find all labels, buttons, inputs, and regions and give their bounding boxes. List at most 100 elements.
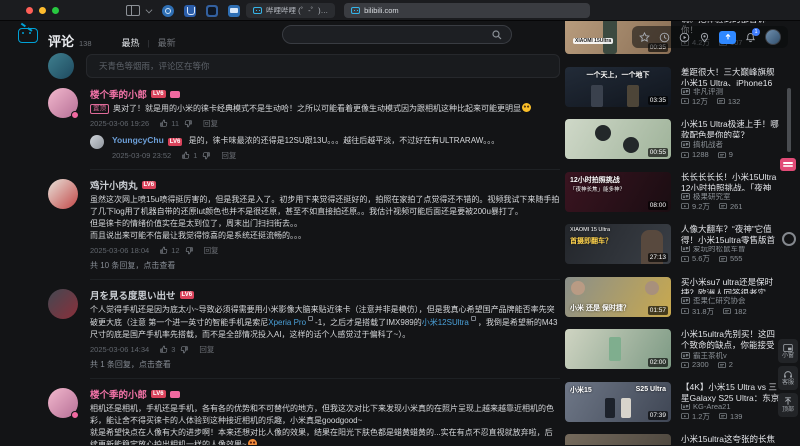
search-input[interactable] <box>282 25 512 44</box>
commenter-avatar[interactable] <box>48 179 78 209</box>
thumb-up-icon[interactable] <box>181 151 190 160</box>
video-uploader[interactable]: 搞机战者 <box>681 140 781 149</box>
sidebar-toggle-icon[interactable] <box>126 5 140 16</box>
video-thumbnail[interactable]: 00:55 <box>565 119 671 159</box>
tab-bilibili-home[interactable]: 哔哩哔哩 (゜-゜)… <box>246 3 336 18</box>
favorite-star-icon[interactable] <box>639 31 650 43</box>
video-card[interactable]: 一个天上，一个地下 03:35 差距很大！三大巅峰旗舰小米15 Ultra、iP… <box>565 66 781 107</box>
video-duration: 07:39 <box>647 410 668 420</box>
chevron-down-icon[interactable] <box>145 6 153 14</box>
reply-button[interactable]: 回复 <box>199 344 214 355</box>
commenter-name[interactable]: 鸡汁小肉丸 <box>90 178 138 192</box>
commenter-avatar[interactable] <box>48 289 78 319</box>
product-link[interactable]: 小米12SUltra <box>422 318 469 327</box>
commenter-name[interactable]: 月を見る度思い出せ <box>90 288 176 302</box>
video-card[interactable]: 小米15ultra这夸张的长焦远… <box>565 434 781 445</box>
location-pin-icon[interactable] <box>699 32 710 43</box>
close-window-button[interactable] <box>26 7 33 14</box>
search-link-icon[interactable] <box>308 316 314 321</box>
thumb-up-icon[interactable] <box>159 246 168 255</box>
thumb-down-icon[interactable] <box>202 151 211 160</box>
extension-photo-icon[interactable] <box>206 5 218 17</box>
mini-player-button[interactable]: 小窗 <box>778 339 798 363</box>
video-title[interactable]: 买小米su7 ultra还是保时捷？欧洲人回答很老实 <box>681 277 781 294</box>
notification-bell[interactable]: 1 <box>745 27 760 43</box>
video-thumbnail[interactable]: 02:00 <box>565 329 671 369</box>
commenter-name[interactable]: 楼个季的小郎 <box>90 87 147 101</box>
video-card[interactable]: XIAOMI 15 Ultra 首摄即翻车？ 27:13 人像大翻车？“夜神”它… <box>565 224 781 264</box>
user-avatar[interactable] <box>765 29 781 45</box>
thumb-down-icon[interactable] <box>184 119 193 128</box>
video-card[interactable]: 02:00 小米15ultra先别买！这四个致命的缺点，你能接受的… 霸王茶机v… <box>565 329 781 369</box>
minimize-window-button[interactable] <box>39 7 46 14</box>
video-title[interactable]: 【4K】小米15 Ultra vs 三星Galaxy S25 Ultra：东京拍… <box>681 382 781 402</box>
search-icon <box>492 29 502 39</box>
video-title[interactable]: 小米15ultra先别买！这四个致命的缺点，你能接受的… <box>681 329 781 350</box>
video-uploader[interactable]: 歪果仁研究协会 <box>681 296 781 305</box>
view-more-replies[interactable]: 共 1 条回复，点击查看 <box>90 359 560 370</box>
tab-label: bilibili.com <box>364 6 399 15</box>
video-title[interactable]: 差距很大！三大巅峰旗舰小米15 Ultra、iPhone16 Pr… <box>681 67 781 87</box>
thumb-up-icon[interactable] <box>159 345 168 354</box>
reply-username[interactable]: YoungcyChu <box>112 135 164 145</box>
bilibili-favicon <box>253 7 262 14</box>
video-thumbnail[interactable]: 一个天上，一个地下 03:35 <box>565 66 671 107</box>
video-title[interactable]: 小米15 Ultra极速上手！哪款配色是你的菜？ <box>681 119 781 138</box>
reply-button[interactable]: 回复 <box>203 118 218 129</box>
upload-button[interactable] <box>719 30 736 44</box>
feedback-circle-button[interactable] <box>782 232 796 246</box>
video-uploader[interactable]: 极果研究室 <box>681 193 781 200</box>
commenter-avatar[interactable] <box>48 388 79 419</box>
reply-avatar[interactable] <box>90 135 104 149</box>
thumb-down-icon[interactable] <box>185 246 194 255</box>
play-count: 1288 <box>692 150 709 159</box>
video-card[interactable]: 00:55 小米15 Ultra极速上手！哪款配色是你的菜？ 搞机战者 1288… <box>565 119 781 159</box>
video-thumbnail[interactable]: 小米15 S25 Ultra 07:39 <box>565 381 671 422</box>
bilibili-logo-icon[interactable] <box>18 28 38 43</box>
video-uploader[interactable]: 霸王茶机v <box>681 352 781 359</box>
video-thumbnail[interactable] <box>565 434 671 445</box>
back-to-top-button[interactable]: 顶部 <box>778 393 798 417</box>
history-clock-icon[interactable] <box>659 32 670 43</box>
video-title[interactable]: 小米15ultra这夸张的长焦远… <box>681 434 781 445</box>
search-link-icon[interactable] <box>470 316 476 321</box>
reply-button[interactable]: 回复 <box>204 245 219 256</box>
sort-new-tab[interactable]: 最新 <box>158 36 176 49</box>
view-more-replies[interactable]: 共 10 条回复，点击查看 <box>90 260 560 271</box>
scrollbar-thumb[interactable] <box>787 88 791 152</box>
video-title[interactable]: 人像大翻车？“夜神”它值得！小米15ultra零售版首揭… <box>681 224 781 244</box>
video-uploader[interactable]: KG-Area21 <box>681 403 781 410</box>
extension-translate-icon[interactable] <box>228 5 240 17</box>
reply-button[interactable]: 回复 <box>221 150 236 161</box>
thumb-up-icon[interactable] <box>159 119 168 128</box>
product-link[interactable]: Xperia Pro <box>268 318 306 327</box>
watch-later-icon[interactable] <box>679 32 690 43</box>
video-uploader[interactable]: 非凡评测 <box>681 88 781 95</box>
video-card[interactable]: 小米 还是 保时捷？ 01:57 买小米su7 ultra还是保时捷？欧洲人回答… <box>565 276 781 317</box>
extension-compass-icon[interactable] <box>162 5 174 17</box>
video-thumbnail[interactable]: 小米 还是 保时捷？ 01:57 <box>565 276 671 317</box>
divider <box>90 378 560 379</box>
sort-hot-tab[interactable]: 最热 <box>122 36 140 49</box>
vip-dot <box>71 111 79 119</box>
comment-text: 而且说出来可能不信最让我觉得惊喜的是系统还挺流畅的。。。 <box>90 231 306 240</box>
zoom-window-button[interactable] <box>52 7 59 14</box>
level-badge: LV6 <box>151 390 166 398</box>
my-avatar[interactable] <box>48 53 74 79</box>
commenter-name[interactable]: 楼个季的小郎 <box>90 387 147 401</box>
thumb-down-icon[interactable] <box>180 345 189 354</box>
commenter-avatar[interactable] <box>48 88 79 119</box>
comment-input[interactable] <box>86 54 560 78</box>
video-thumbnail[interactable]: 12小时拍照挑战 「夜神长焦」能多神？ 08:00 <box>565 171 671 212</box>
danmaku-count: 132 <box>727 96 741 106</box>
extension-bookmark-icon[interactable] <box>184 5 196 17</box>
promo-badge[interactable] <box>780 158 796 171</box>
video-card[interactable]: 12小时拍照挑战 「夜神长焦」能多神？ 08:00 长长长长长！小米15Ultr… <box>565 171 781 212</box>
video-card[interactable]: 小米15 S25 Ultra 07:39 【4K】小米15 Ultra vs 三… <box>565 381 781 422</box>
tab-bilibili-video[interactable]: bilibili.com <box>344 3 591 18</box>
up-icon <box>681 88 690 95</box>
customer-service-button[interactable]: 客服 <box>778 366 798 390</box>
video-thumbnail[interactable]: XIAOMI 15 Ultra 首摄即翻车？ 27:13 <box>565 224 671 264</box>
video-title[interactable]: 长长长长长！小米15Ultra 12小时拍照挑战。「夜神长… <box>681 172 781 192</box>
video-uploader[interactable]: 爱玩的松鼠军曹 <box>681 245 781 252</box>
